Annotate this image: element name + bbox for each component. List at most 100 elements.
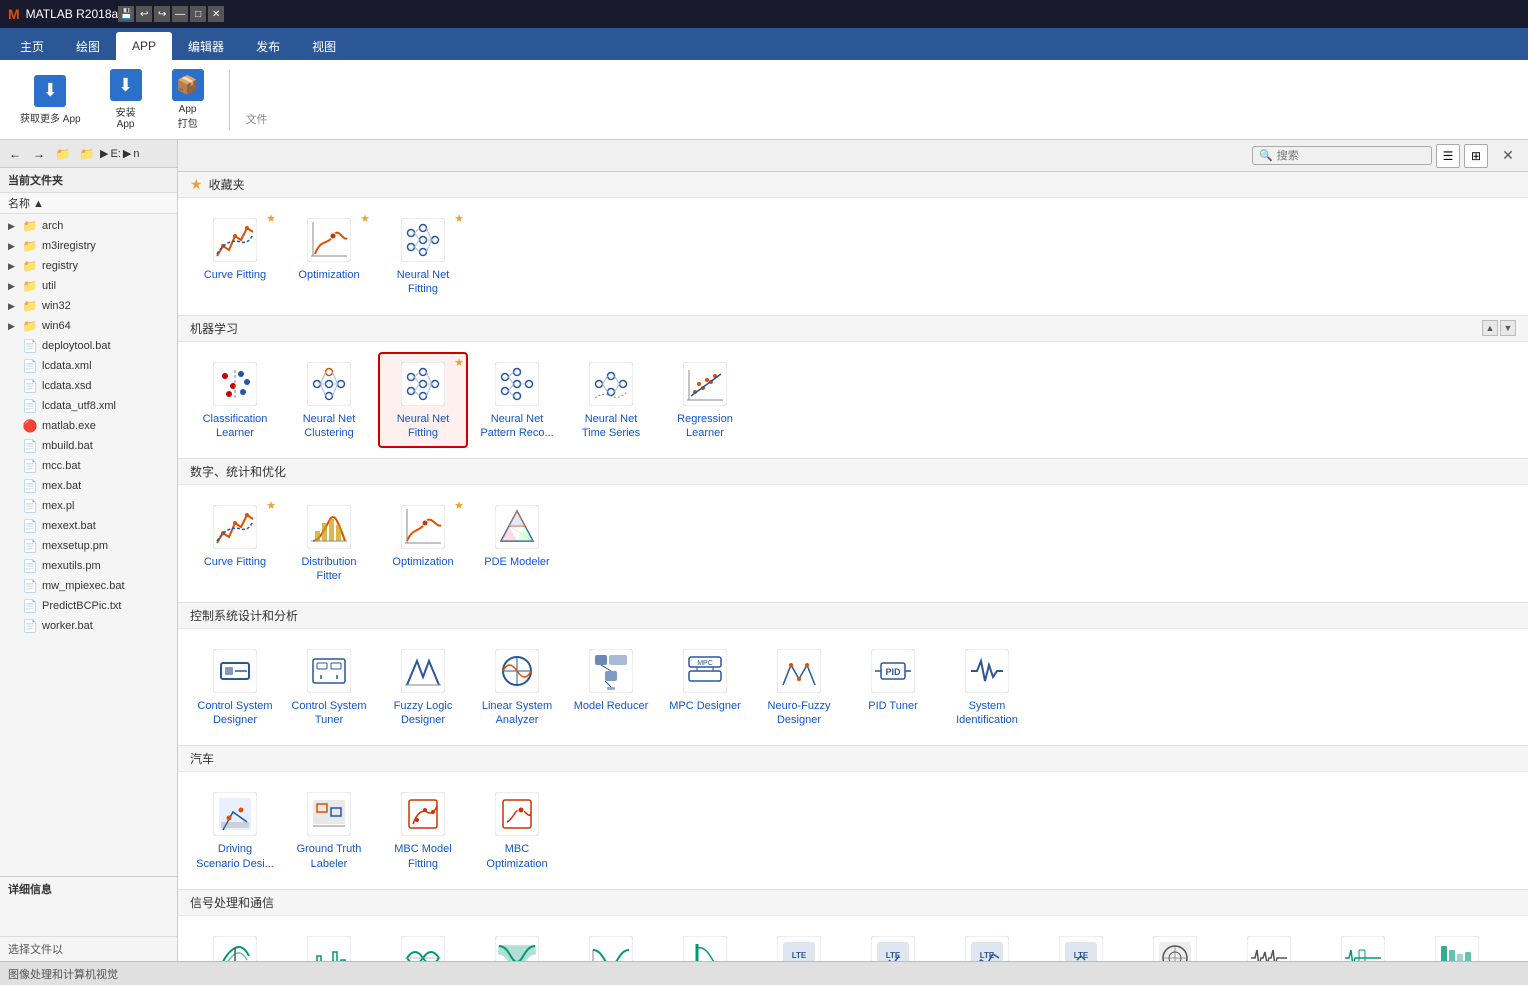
system-id-icon — [963, 647, 1011, 695]
tab-editor[interactable]: 编辑器 — [172, 32, 240, 60]
app-filter-builder[interactable]: Filter Builder — [472, 926, 562, 961]
app-lte-downlink[interactable]: LTE LTE Downlink RMC Generator — [754, 926, 844, 961]
app-linear-system[interactable]: Linear System Analyzer — [472, 639, 562, 736]
app-bit-error-rate[interactable]: Bit Error Rate Analysis — [284, 926, 374, 961]
maximize-btn[interactable]: □ — [190, 6, 206, 22]
app-radar-equation[interactable]: Radar Equation Calculator — [1130, 926, 1220, 961]
app-distribution-fitter[interactable]: Distribution Fitter — [284, 495, 374, 592]
app-neural-net-fitting[interactable]: ★ — [378, 352, 468, 449]
file-predictbcpic[interactable]: 📄 PredictBCPic.txt — [0, 596, 177, 616]
app-sensor-array[interactable]: Sensor Array Analyzer — [1412, 926, 1502, 961]
folder-util[interactable]: ▶ 📁 util — [0, 276, 177, 296]
tab-publish[interactable]: 发布 — [240, 32, 296, 60]
app-radar-waveform[interactable]: Radar Waveform An... — [1224, 926, 1314, 961]
file-lcdata-xml[interactable]: 📄 lcdata.xml — [0, 356, 177, 376]
app-model-reducer[interactable]: Model Reducer — [566, 639, 656, 736]
app-ground-truth[interactable]: Ground Truth Labeler — [284, 782, 374, 879]
file-mex[interactable]: 📄 mex.bat — [0, 476, 177, 496]
app-antenna-designer[interactable]: Antenna Designer — [190, 926, 280, 961]
list-view-btn[interactable]: ☰ — [1436, 144, 1460, 168]
app-driving-scenario[interactable]: Driving Scenario Desi... — [190, 782, 280, 879]
file-mcc[interactable]: 📄 mcc.bat — [0, 456, 177, 476]
file-mexutils[interactable]: 📄 mexutils.pm — [0, 556, 177, 576]
app-optimization-fav[interactable]: ★ Optimization — [284, 208, 374, 305]
app-classification-learner[interactable]: Classification Learner — [190, 352, 280, 449]
col-header[interactable]: 名称 ▲ — [0, 193, 177, 214]
app-neural-net-time-series[interactable]: Neural Net Time Series — [566, 352, 656, 449]
arrow-down[interactable]: ▼ — [1500, 320, 1516, 336]
app-control-system-tuner[interactable]: Control System Tuner — [284, 639, 374, 736]
star-icon[interactable]: ★ — [360, 212, 370, 225]
folder2-icon[interactable]: 📁 — [76, 143, 98, 165]
app-lte-test-model[interactable]: LTE LTE Test Model Generator — [848, 926, 938, 961]
folder-arch[interactable]: ▶ 📁 arch — [0, 216, 177, 236]
arrow-up[interactable]: ▲ — [1482, 320, 1498, 336]
app-neural-net-pattern[interactable]: Neural Net Pattern Reco... — [472, 352, 562, 449]
app-impulse-response[interactable]: Impulse Response Me... — [660, 926, 750, 961]
save-btn[interactable]: 💾 — [118, 6, 134, 22]
app-neural-net-clustering[interactable]: Neural Net Clustering — [284, 352, 374, 449]
app-pid-tuner[interactable]: PID PID Tuner — [848, 639, 938, 736]
folder-registry[interactable]: ▶ 📁 registry — [0, 256, 177, 276]
package-app-button[interactable]: 📦 App打包 — [163, 65, 213, 134]
app-lte-uplink[interactable]: LTE LTE Uplink RMC Generator — [1036, 926, 1126, 961]
app-mpc-designer[interactable]: MPC MPC Designer — [660, 639, 750, 736]
file-mex-pl[interactable]: 📄 mex.pl — [0, 496, 177, 516]
tab-app[interactable]: APP — [116, 32, 172, 60]
file-matlab-exe[interactable]: 🔴 matlab.exe — [0, 416, 177, 436]
folder-win32[interactable]: ▶ 📁 win32 — [0, 296, 177, 316]
back-btn[interactable]: ← — [4, 143, 26, 165]
app-control-system-designer[interactable]: Control System Designer — [190, 639, 280, 736]
star-icon[interactable]: ★ — [454, 499, 464, 512]
app-mbc-optimization[interactable]: MBC Optimization — [472, 782, 562, 879]
star-icon[interactable]: ★ — [266, 212, 276, 225]
file-mexext[interactable]: 📄 mexext.bat — [0, 516, 177, 536]
app-name: Neural Net Fitting — [384, 268, 462, 297]
pm-icon: 📄 — [22, 558, 38, 574]
app-rf-budget[interactable]: RF Budget Analyzer — [1318, 926, 1408, 961]
file-lcdata-xsd[interactable]: 📄 lcdata.xsd — [0, 376, 177, 396]
close-btn[interactable]: ✕ — [208, 6, 224, 22]
app-regression-learner[interactable]: Regression Learner — [660, 352, 750, 449]
get-more-apps-label: 获取更多 App — [20, 110, 81, 125]
app-neural-net-fitting-fav[interactable]: ★ — [378, 208, 468, 305]
star-icon[interactable]: ★ — [266, 499, 276, 512]
file-mw-mpiexec[interactable]: 📄 mw_mpiexec.bat — [0, 576, 177, 596]
forward-btn[interactable]: → — [28, 143, 50, 165]
app-neuro-fuzzy[interactable]: Neuro-Fuzzy Designer — [754, 639, 844, 736]
folder-win64[interactable]: ▶ 📁 win64 — [0, 316, 177, 336]
folder-m3iregistry[interactable]: ▶ 📁 m3iregistry — [0, 236, 177, 256]
star-icon[interactable]: ★ — [454, 212, 464, 225]
app-curve-fitting-fav[interactable]: ★ Curve Fitti — [190, 208, 280, 305]
get-more-apps-button[interactable]: ⬇ 获取更多 App — [12, 71, 89, 129]
redo-btn[interactable]: ↪ — [154, 6, 170, 22]
app-curve-fitting-math[interactable]: ★ Curve Fitting — [190, 495, 280, 592]
app-content[interactable]: ★ 收藏夹 ★ — [178, 172, 1528, 961]
file-worker[interactable]: 📄 worker.bat — [0, 616, 177, 636]
app-mbc-model[interactable]: MBC Model Fitting — [378, 782, 468, 879]
search-input[interactable] — [1277, 150, 1425, 162]
folder-icon[interactable]: 📁 — [52, 143, 74, 165]
file-mexsetup[interactable]: 📄 mexsetup.pm — [0, 536, 177, 556]
app-optimization-math[interactable]: ★ Optimization — [378, 495, 468, 592]
tab-home[interactable]: 主页 — [4, 32, 60, 60]
app-lte-throughput[interactable]: LTE LTE Throughput Analyzer — [942, 926, 1032, 961]
file-lcdata-utf8[interactable]: 📄 lcdata_utf8.xml — [0, 396, 177, 416]
app-system-id[interactable]: System Identification — [942, 639, 1032, 736]
app-fuzzy-logic[interactable]: Fuzzy Logic Designer — [378, 639, 468, 736]
tab-plot[interactable]: 绘图 — [60, 32, 116, 60]
file-deploytool[interactable]: 📄 deploytool.bat — [0, 336, 177, 356]
svg-text:LTE: LTE — [792, 951, 807, 960]
tab-view[interactable]: 视图 — [296, 32, 352, 60]
install-app-button[interactable]: ⬇ 安装App — [101, 65, 151, 134]
minimize-btn[interactable]: — — [172, 6, 188, 22]
file-mbuild[interactable]: 📄 mbuild.bat — [0, 436, 177, 456]
neuro-fuzzy-icon — [775, 647, 823, 695]
app-pde-modeler[interactable]: PDE Modeler — [472, 495, 562, 592]
star-icon[interactable]: ★ — [454, 356, 464, 369]
app-eye-diagram[interactable]: Eye Diagram Scope — [378, 926, 468, 961]
browser-close-btn[interactable]: ✕ — [1496, 144, 1520, 168]
undo-btn[interactable]: ↩ — [136, 6, 152, 22]
grid-view-btn[interactable]: ⊞ — [1464, 144, 1488, 168]
app-filter-designer[interactable]: Filter Designer — [566, 926, 656, 961]
